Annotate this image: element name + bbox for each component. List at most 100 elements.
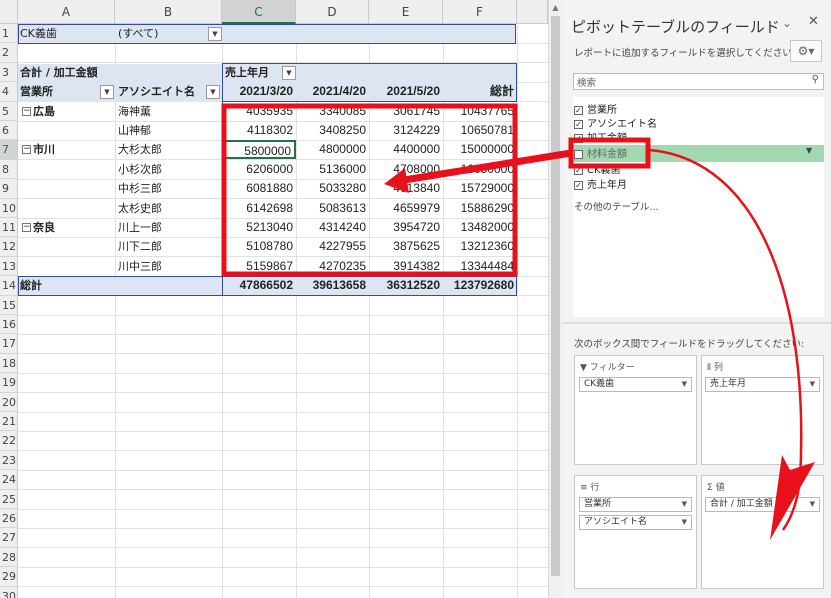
collapse-minus-icon[interactable]: − <box>22 223 31 232</box>
select-all-corner[interactable] <box>0 0 18 24</box>
field-item[interactable]: 材料金額 <box>574 147 627 162</box>
field-checkbox[interactable]: ✓ <box>574 133 583 143</box>
field-checkbox[interactable]: ✓ <box>574 165 583 175</box>
field-checkbox[interactable] <box>574 149 583 159</box>
value-cell[interactable]: 6081880 <box>222 179 296 198</box>
row-header-12[interactable]: 12 <box>0 237 18 257</box>
value-cell[interactable]: 10437765 <box>443 102 517 121</box>
value-cell[interactable]: 4118302 <box>222 121 296 140</box>
row-header-24[interactable]: 24 <box>0 470 18 490</box>
value-cell[interactable]: 4613840 <box>369 179 443 198</box>
value-cell[interactable]: 15729000 <box>443 179 517 198</box>
value-cell[interactable]: 3124229 <box>369 121 443 140</box>
column-header-d[interactable]: D <box>296 0 369 24</box>
row-header-1[interactable]: 1 <box>0 24 18 44</box>
value-cell[interactable]: 4708000 <box>369 160 443 179</box>
group-name-cell[interactable]: 奈良 <box>33 218 113 237</box>
row-header-8[interactable]: 8 <box>0 159 18 180</box>
field-item[interactable]: ✓ 営業所 <box>574 103 617 118</box>
collapse-icon[interactable]: ⌄ <box>782 16 792 30</box>
row-header-10[interactable]: 10 <box>0 198 18 218</box>
pane-divider[interactable] <box>562 322 831 324</box>
row-header-5[interactable]: 5 <box>0 101 18 121</box>
value-cell[interactable]: 3061745 <box>369 102 443 121</box>
member-name-cell[interactable]: 川上一郎 <box>118 218 218 237</box>
field-item[interactable]: ✓ CK義歯 <box>574 163 621 178</box>
gear-icon[interactable]: ⚙▾ <box>790 40 822 62</box>
value-cell[interactable]: 3914382 <box>369 257 443 276</box>
more-tables-link[interactable]: その他のテーブル... <box>574 199 659 213</box>
value-cell[interactable]: 4314240 <box>296 218 369 237</box>
group-name-cell[interactable]: 市川 <box>33 140 113 159</box>
value-cell[interactable]: 3340085 <box>296 102 369 121</box>
member-name-cell[interactable]: 川中三郎 <box>118 257 218 276</box>
member-name-cell[interactable]: 中杉三郎 <box>118 179 218 198</box>
value-cell[interactable]: 5136000 <box>296 160 369 179</box>
row-field-1-dropdown-button[interactable]: ▼ <box>100 85 114 100</box>
search-input[interactable]: 検索 ⚲ <box>573 73 824 90</box>
row-header-22[interactable]: 22 <box>0 431 18 451</box>
row-header-11[interactable]: 11 <box>0 218 18 238</box>
row-header-4[interactable]: 4 <box>0 82 18 102</box>
value-cell[interactable]: 3408250 <box>296 121 369 140</box>
member-name-cell[interactable]: 川下二郎 <box>118 237 218 256</box>
value-cell[interactable]: 3875625 <box>369 237 443 256</box>
value-cell[interactable]: 5108780 <box>222 237 296 256</box>
field-item[interactable]: ✓ 加工金額 <box>574 131 627 146</box>
row-header-29[interactable]: 29 <box>0 567 18 587</box>
scrollbar-thumb[interactable] <box>551 16 560 576</box>
collapse-minus-icon[interactable]: − <box>22 145 31 155</box>
row-header-6[interactable]: 6 <box>0 121 18 141</box>
pivot-value-header[interactable]: 合計 / 加工金額 <box>20 63 215 82</box>
row-field-2-label[interactable]: アソシエイト名 <box>118 82 208 101</box>
value-cell[interactable]: 6206000 <box>222 160 296 179</box>
column-header-g[interactable] <box>517 0 548 24</box>
field-checkbox[interactable]: ✓ <box>574 105 583 115</box>
value-cell[interactable]: 13344484 <box>443 257 517 276</box>
column-header-f[interactable]: F <box>443 0 517 24</box>
column-header-b[interactable]: B <box>115 0 222 24</box>
row-header-26[interactable]: 26 <box>0 509 18 529</box>
columns-pill[interactable]: 売上年月 ▼ <box>705 377 820 392</box>
column-header-a[interactable]: A <box>18 0 115 24</box>
field-item[interactable]: ✓ 売上年月 <box>574 178 627 193</box>
value-cell[interactable]: 4227955 <box>296 237 369 256</box>
value-cell[interactable]: 15886290 <box>443 199 517 218</box>
row-header-23[interactable]: 23 <box>0 450 18 471</box>
row-header-21[interactable]: 21 <box>0 412 18 432</box>
row-header-27[interactable]: 27 <box>0 528 18 548</box>
row-header-30[interactable]: 30 <box>0 586 18 598</box>
value-cell[interactable]: 4035935 <box>222 102 296 121</box>
value-cell[interactable]: 5159867 <box>222 257 296 276</box>
active-cell[interactable]: 5800000 <box>222 140 296 160</box>
member-name-cell[interactable]: 山神郁 <box>118 121 218 140</box>
value-cell[interactable]: 4659979 <box>369 199 443 218</box>
row-header-13[interactable]: 13 <box>0 256 18 277</box>
value-cell[interactable]: 4400000 <box>369 140 443 159</box>
close-icon[interactable]: ✕ <box>808 14 819 29</box>
field-checkbox[interactable]: ✓ <box>574 180 583 190</box>
field-dropdown-icon[interactable]: ▼ <box>806 146 812 155</box>
value-cell[interactable]: 5213040 <box>222 218 296 237</box>
scroll-up-icon[interactable]: ▲ <box>551 3 560 12</box>
row-header-20[interactable]: 20 <box>0 392 18 412</box>
row-header-17[interactable]: 17 <box>0 334 18 354</box>
value-cell[interactable]: 3954720 <box>369 218 443 237</box>
rows-pill-1[interactable]: 営業所 ▼ <box>579 497 692 512</box>
value-cell[interactable]: 15000000 <box>443 140 517 159</box>
group-name-cell[interactable]: 広島 <box>33 102 113 121</box>
row-header-19[interactable]: 19 <box>0 373 18 393</box>
value-cell[interactable]: 4270235 <box>296 257 369 276</box>
column-header-c[interactable]: C <box>222 0 296 24</box>
row-field-2-dropdown-button[interactable]: ▼ <box>206 85 220 100</box>
value-cell[interactable]: 10650781 <box>443 121 517 140</box>
member-name-cell[interactable]: 海神薫 <box>118 102 218 121</box>
value-cell[interactable]: 5083613 <box>296 199 369 218</box>
filter-pill[interactable]: CK義歯 ▼ <box>579 377 692 392</box>
field-item[interactable]: ✓ アソシエイト名 <box>574 117 657 132</box>
row-header-14[interactable]: 14 <box>0 276 18 296</box>
row-header-18[interactable]: 18 <box>0 353 18 374</box>
row-header-28[interactable]: 28 <box>0 547 18 568</box>
row-header-25[interactable]: 25 <box>0 489 18 509</box>
row-header-9[interactable]: 9 <box>0 179 18 199</box>
